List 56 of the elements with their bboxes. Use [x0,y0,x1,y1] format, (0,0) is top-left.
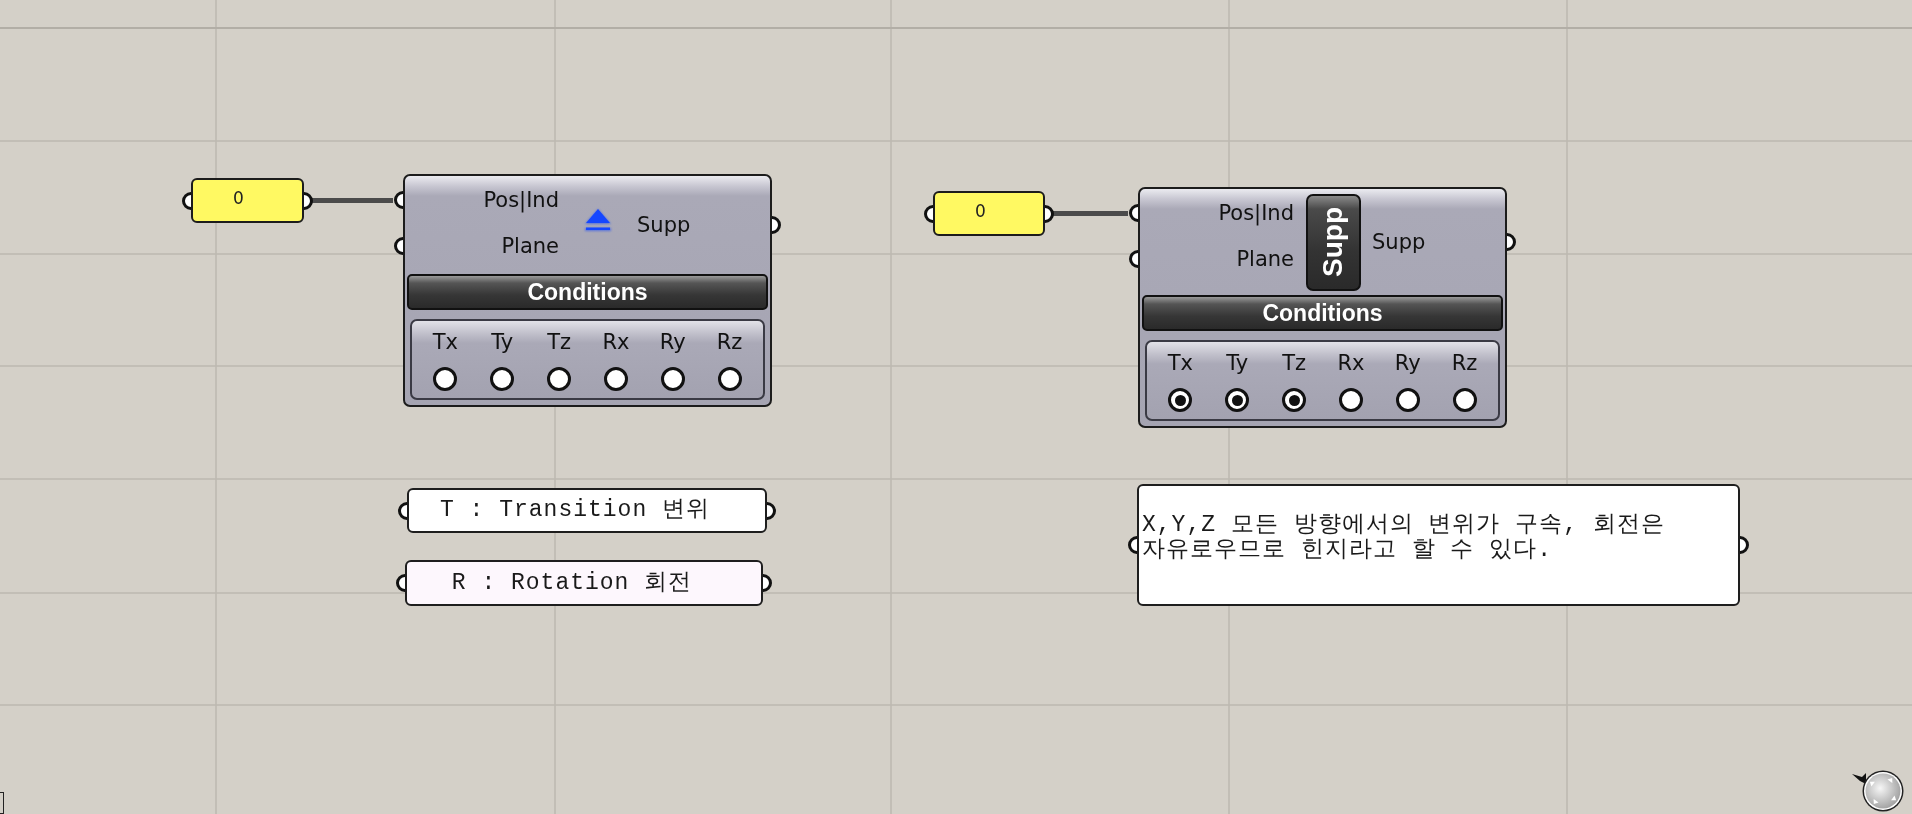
input-label: Pos|Ind [483,188,559,212]
connector-grip-icon[interactable] [1128,204,1138,222]
condition-label: Tx [432,330,459,354]
connector-grip-icon[interactable] [393,191,403,209]
number-parameter[interactable]: 0 [191,178,304,223]
connector-grip-icon[interactable] [1128,250,1138,268]
radio-button[interactable] [1225,388,1250,412]
radio-button[interactable] [603,367,628,391]
radio-button[interactable] [660,367,685,391]
radio-button[interactable] [1282,388,1307,412]
panel-text: R : Rotation 회전 [451,570,693,596]
input-label: Plane [501,234,559,258]
connector-grip-icon[interactable] [1507,233,1517,251]
input-label: Plane [1236,247,1294,271]
canvas-corner-marker [0,792,4,814]
condition-label: Rz [716,330,743,354]
connector-grip-icon[interactable] [393,237,403,255]
connector-grip-icon[interactable] [1740,536,1750,554]
condition-label: Rx [602,330,630,354]
connector-grip-icon[interactable] [304,191,314,210]
connector-grip-icon[interactable] [1127,536,1137,554]
connector-grip-icon[interactable] [923,204,933,223]
connector-grip-icon[interactable] [397,501,407,520]
output-label: Supp [1372,230,1426,254]
condition-label: Tz [1282,351,1306,375]
radio-button[interactable] [717,367,742,391]
radio-button[interactable] [1338,388,1363,412]
connector-grip-icon[interactable] [763,574,773,592]
radio-button[interactable] [1452,388,1477,412]
condition-label: Ty [491,330,514,354]
connector-grip-icon[interactable] [772,216,782,234]
condition-label: Ry [659,330,686,354]
connector-grip-icon[interactable] [395,574,405,592]
connector-grip-icon[interactable] [1045,204,1055,223]
radio-button[interactable] [1168,388,1193,412]
radio-button[interactable] [490,367,515,391]
output-label: Supp [637,213,691,237]
condition-label: Rx [1337,351,1365,375]
radio-button[interactable] [547,367,572,391]
section-header-bar: Conditions [1142,295,1503,331]
condition-label: Rz [1451,351,1478,375]
condition-label: Tz [547,330,571,354]
condition-label: Tx [1167,351,1194,375]
section-header-bar: Conditions [407,274,768,310]
condition-label: Ry [1394,351,1421,375]
component-name-button[interactable]: Supp [1305,193,1361,291]
navigation-ball-icon[interactable] [1851,770,1904,812]
number-parameter[interactable]: 0 [933,191,1045,236]
condition-label: Ty [1226,351,1249,375]
connector-grip-icon[interactable] [767,501,777,520]
input-label: Pos|Ind [1218,201,1294,225]
radio-button[interactable] [1395,388,1420,412]
radio-button[interactable] [433,367,458,391]
panel-text: X,Y,Z 모든 방향에서의 변위가 구속, 회전은 자유로우므로 힌지라고 할 수 있다. [1142,513,1666,563]
connector-grip-icon[interactable] [181,191,191,210]
panel-text: T : Transition 변위 [439,498,710,523]
